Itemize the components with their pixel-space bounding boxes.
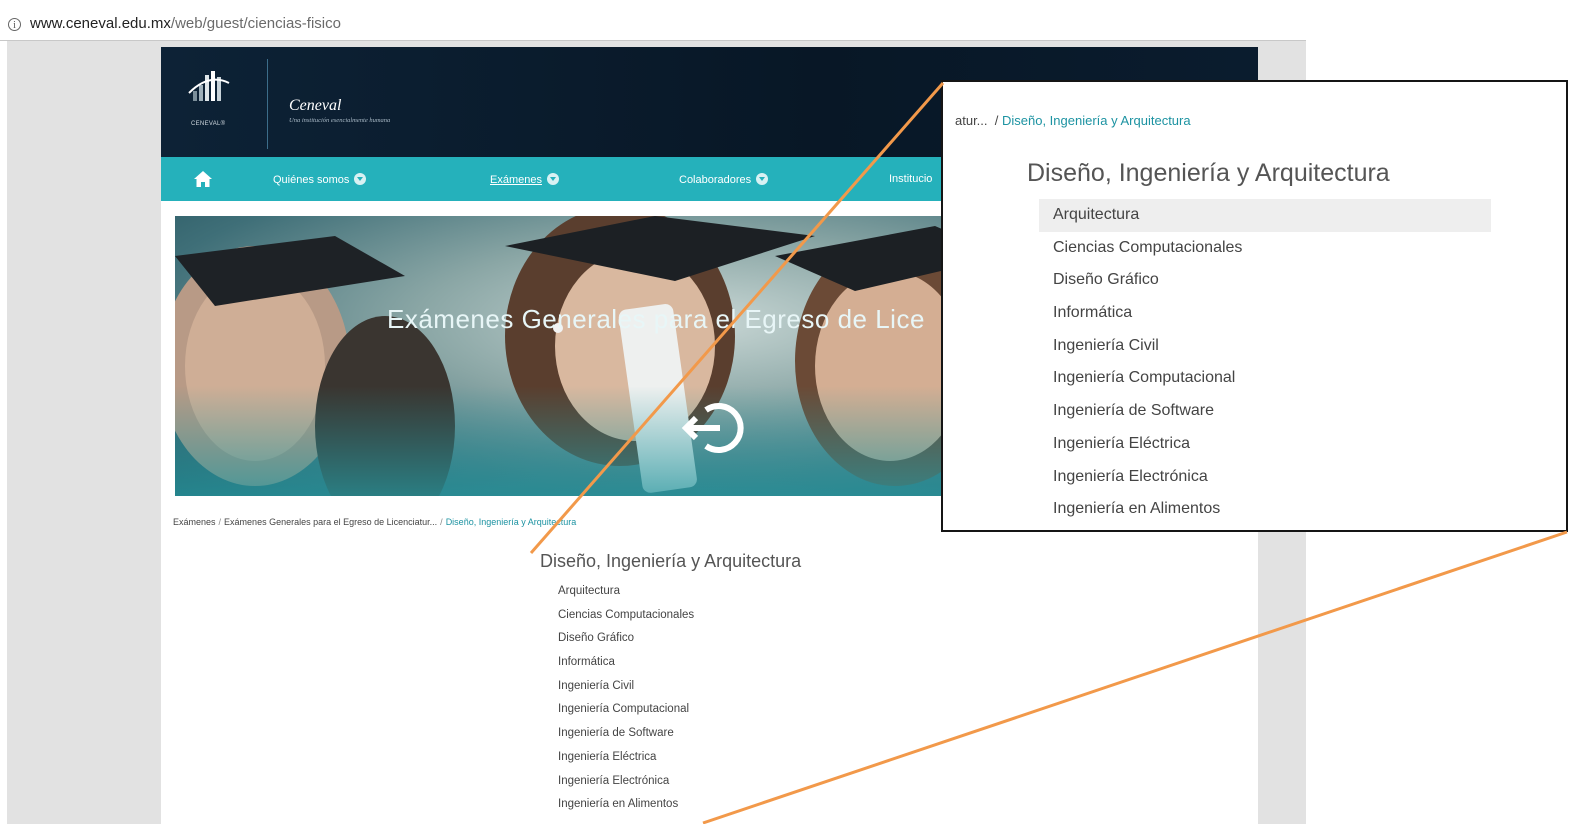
nav-item-colaboradores[interactable]: Colaboradores	[679, 173, 769, 186]
logo-text: CENEVAL®	[191, 121, 226, 127]
nav-label: Exámenes	[490, 174, 542, 186]
list-item[interactable]: Ciencias Computacionales	[558, 608, 694, 632]
nav-item-examenes[interactable]: Exámenes	[490, 173, 559, 186]
nav-item-quienes-somos[interactable]: Quiénes somos	[273, 173, 367, 186]
nav-item-instituciones[interactable]: Institucio	[889, 173, 932, 185]
section-title: Diseño, Ingeniería y Arquitectura	[540, 551, 802, 571]
list-item[interactable]: Ingeniería Electrónica	[558, 774, 694, 798]
nav-label: Quiénes somos	[273, 174, 350, 186]
career-list: Arquitectura Ciencias Computacionales Di…	[558, 584, 694, 821]
url-path: /web/guest/ciencias-fisico	[170, 15, 341, 32]
brand-tagline: Una institución esencialmente humana	[289, 117, 391, 124]
brand-name: Ceneval	[289, 97, 342, 114]
ceneval-logo[interactable]: CENEVAL®	[183, 67, 235, 137]
breadcrumb-current: Diseño, Ingeniería y Arquitectura	[445, 517, 577, 527]
chevron-down-icon	[354, 173, 367, 185]
breadcrumb-item[interactable]: atur...	[955, 113, 988, 128]
chevron-down-icon	[756, 173, 769, 185]
list-item[interactable]: Arquitectura	[1039, 199, 1491, 232]
back-arrow-icon[interactable]	[680, 398, 760, 458]
banner-title: Exámenes Generales para el Egreso de Lic…	[387, 304, 925, 334]
browser-url-bar[interactable]: i www.ceneval.edu.mx/web/guest/ciencias-…	[0, 0, 1306, 41]
home-icon[interactable]	[193, 170, 213, 188]
list-item[interactable]: Ingeniería Civil	[558, 679, 694, 703]
breadcrumb-item[interactable]: Exámenes Generales para el Egreso de Lic…	[224, 517, 437, 527]
list-item[interactable]: Diseño Gráfico	[1039, 264, 1491, 297]
url-text[interactable]: www.ceneval.edu.mx/web/guest/ciencias-fi…	[30, 15, 341, 32]
zoom-section-title: Diseño, Ingeniería y Arquitectura	[1027, 159, 1390, 187]
nav-label: Institucio	[889, 173, 933, 185]
list-item[interactable]: Ingeniería Eléctrica	[1039, 428, 1491, 461]
zoom-breadcrumb: atur... / Diseño, Ingeniería y Arquitect…	[955, 113, 1191, 128]
list-item[interactable]: Informática	[1039, 297, 1491, 330]
list-item[interactable]: Ingeniería de Software	[558, 726, 694, 750]
list-item[interactable]: Ingeniería en Alimentos	[1039, 493, 1491, 526]
list-item[interactable]: Ingeniería Computacional	[558, 702, 694, 726]
chevron-down-icon	[546, 173, 559, 185]
list-item[interactable]: Arquitectura	[558, 584, 694, 608]
breadcrumb-current: Diseño, Ingeniería y Arquitectura	[1001, 113, 1191, 128]
list-item[interactable]: Diseño Gráfico	[558, 631, 694, 655]
nav-label: Colaboradores	[679, 174, 752, 186]
list-item[interactable]: Ciencias Computacionales	[1039, 232, 1491, 265]
breadcrumb: Exámenes / Exámenes Generales para el Egre…	[173, 517, 577, 527]
list-item[interactable]: Informática	[558, 655, 694, 679]
list-item[interactable]: Ingeniería Computacional	[1039, 362, 1491, 395]
list-item[interactable]: Ingeniería Electrónica	[1039, 461, 1491, 494]
list-item[interactable]: Ingeniería Civil	[1039, 330, 1491, 363]
zoom-callout: atur... / Diseño, Ingeniería y Arquitect…	[941, 80, 1568, 532]
header-divider	[267, 59, 268, 149]
breadcrumb-item[interactable]: Exámenes	[173, 517, 216, 527]
zoom-career-list: Arquitectura Ciencias Computacionales Di…	[1039, 199, 1491, 526]
list-item[interactable]: Ingeniería Eléctrica	[558, 750, 694, 774]
list-item[interactable]: Ingeniería en Alimentos	[558, 797, 694, 821]
list-item[interactable]: Ingeniería de Software	[1039, 395, 1491, 428]
url-host: www.ceneval.edu.mx	[30, 15, 171, 32]
info-icon[interactable]: i	[8, 18, 21, 31]
